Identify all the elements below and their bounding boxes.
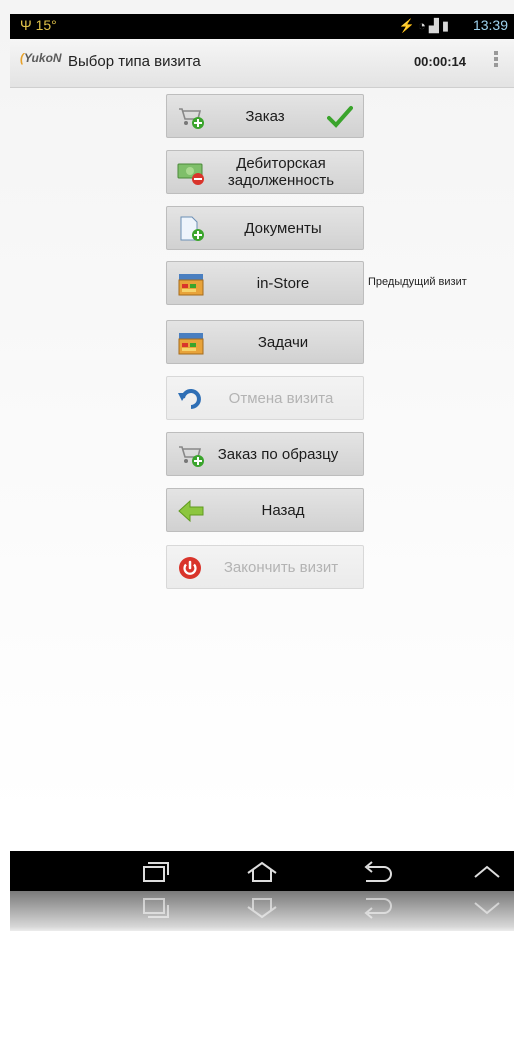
- status-time: 13:39: [472, 17, 508, 33]
- tasks-icon: [178, 333, 204, 355]
- finish-visit-button[interactable]: Закончить визит: [166, 545, 364, 589]
- overflow-menu-icon[interactable]: [492, 49, 500, 75]
- chevron-down-icon: [474, 902, 500, 915]
- usb-icon: ⚡: [398, 18, 418, 33]
- app-logo: (YukoN: [20, 51, 62, 65]
- store-icon: [178, 274, 204, 296]
- phone-screen: Ψ 15° ⚡◔▟▮ 13:39 (YukoN Выбор типа визит…: [0, 0, 514, 1062]
- previous-visit-text: Предыдущий визит: [368, 276, 467, 288]
- back-nav-icon[interactable]: [360, 861, 394, 883]
- signal-icon: ▟: [428, 18, 442, 33]
- back-button[interactable]: Назад: [166, 488, 364, 532]
- status-bar: Ψ 15° ⚡◔▟▮ 13:39: [10, 14, 514, 39]
- documents-button[interactable]: Документы: [166, 206, 364, 250]
- order-by-sample-button[interactable]: Заказ по образцу: [166, 432, 364, 476]
- debt-button[interactable]: Дебиторская задолженность: [166, 150, 364, 194]
- battery-icon: ▮: [441, 18, 452, 33]
- home-reflection-icon: [247, 898, 277, 919]
- arrow-left-icon: [178, 499, 204, 523]
- cart-add-icon: [179, 108, 204, 129]
- checkmark-icon: [327, 106, 353, 128]
- order-button[interactable]: Заказ: [166, 94, 364, 138]
- stop-icon: [179, 557, 201, 579]
- in-store-button[interactable]: in-Store: [166, 261, 364, 305]
- page-title: Выбор типа визита: [68, 53, 201, 70]
- visit-timer: 00:00:14: [413, 54, 466, 69]
- recent-apps-icon[interactable]: [140, 861, 170, 883]
- undo-icon: [178, 389, 201, 409]
- back-reflection-icon: [364, 898, 392, 919]
- document-add-icon: [180, 216, 204, 241]
- home-icon[interactable]: [245, 861, 279, 883]
- status-notifications: Ψ 15°: [20, 17, 57, 33]
- action-bar: (YukoN Выбор типа визита 00:00:14: [10, 39, 514, 88]
- navigation-bar-reflection: [10, 891, 514, 931]
- cancel-visit-button[interactable]: Отмена визита: [166, 376, 364, 420]
- tasks-button[interactable]: Задачи: [166, 320, 364, 364]
- status-icons: ⚡◔▟▮: [399, 18, 452, 34]
- chevron-up-icon[interactable]: [472, 861, 502, 883]
- recent-apps-reflection-icon: [143, 898, 169, 918]
- navigation-bar: [10, 851, 514, 891]
- money-remove-icon: [177, 163, 204, 185]
- wifi-icon: ◔: [417, 18, 429, 33]
- cart-add-icon: [179, 446, 204, 467]
